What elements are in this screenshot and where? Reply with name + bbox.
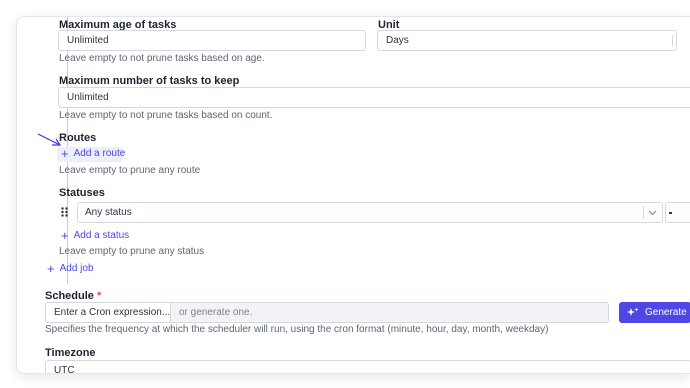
max-count-input[interactable]: Unlimited — [58, 87, 690, 108]
timezone-select[interactable]: UTC — [45, 360, 690, 373]
add-job-button[interactable]: + Add job — [47, 260, 94, 276]
max-count-hint: Leave empty to not prune tasks based on … — [59, 110, 273, 121]
max-count-label: Maximum number of tasks to keep — [59, 75, 240, 87]
schedule-hint: Specifies the frequency at which the sch… — [45, 324, 549, 335]
add-job-label: Add job — [59, 263, 94, 274]
unit-value: Days — [386, 35, 409, 46]
settings-card: Maximum age of tasks Unlimited Leave emp… — [16, 16, 690, 374]
routes-hint: Leave empty to prune any route — [59, 165, 201, 176]
max-age-hint: Leave empty to not prune tasks based on … — [59, 53, 265, 64]
cron-generate-input[interactable]: or generate one. — [170, 302, 609, 323]
status-remove-button[interactable] — [665, 202, 690, 223]
add-status-label: Add a status — [73, 230, 130, 241]
chevron-down-icon[interactable] — [648, 210, 657, 216]
add-route-button[interactable]: + Add a route — [57, 145, 126, 162]
routes-label: Routes — [59, 132, 97, 144]
required-marker: * — [96, 290, 102, 302]
statuses-hint: Leave empty to prune any status — [59, 246, 205, 257]
max-age-input[interactable]: Unlimited — [58, 30, 366, 51]
schedule-label: Schedule * — [45, 290, 101, 302]
generate-button[interactable]: Generate — [619, 302, 690, 323]
status-select-separator — [643, 206, 644, 219]
plus-icon: + — [47, 260, 55, 276]
statuses-label: Statuses — [59, 187, 105, 199]
generate-button-label: Generate — [645, 307, 687, 318]
remove-dash-icon — [669, 212, 672, 214]
sparkle-icon — [627, 307, 639, 316]
plus-icon: + — [61, 227, 69, 243]
unit-select[interactable]: Days — [377, 30, 677, 51]
add-route-label: Add a route — [73, 148, 126, 159]
status-select[interactable]: Any status — [77, 202, 663, 223]
unit-separator — [672, 35, 673, 46]
add-status-button[interactable]: + Add a status — [61, 227, 130, 243]
status-select-value: Any status — [85, 207, 132, 218]
timezone-label: Timezone — [45, 347, 96, 359]
cron-expression-input[interactable]: Enter a Cron expression... — [45, 302, 171, 323]
drag-handle-icon[interactable] — [61, 207, 68, 217]
plus-icon: + — [61, 145, 69, 161]
schedule-label-text: Schedule — [45, 290, 94, 302]
